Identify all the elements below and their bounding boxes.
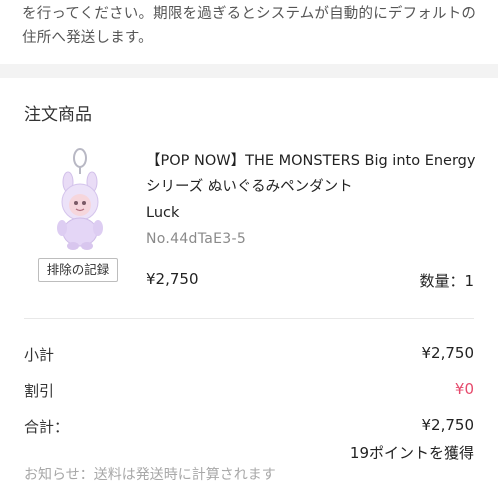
subtotal-value: ¥2,750: [421, 344, 475, 362]
subtotal-label: 小計: [24, 346, 55, 364]
section-separator: [0, 64, 498, 78]
delivery-notice: を行ってください。期限を過ぎるとシステムが自動的にデフォルトの 住所へ発送します…: [22, 2, 482, 50]
points-earned: 19ポイントを獲得: [349, 444, 474, 462]
product-sku: No.44dTaE3-5: [146, 231, 247, 247]
total-value: ¥2,750: [421, 416, 475, 434]
product-price: ¥2,750: [146, 270, 199, 288]
remove-record-button[interactable]: 排除の記録: [38, 258, 118, 282]
section-title: 注文商品: [24, 105, 92, 125]
product-quantity: 数量：1: [419, 272, 474, 290]
total-label: 合計：: [24, 418, 70, 436]
notice-line-2: 住所へ発送します。: [22, 30, 153, 46]
summary-divider: [24, 318, 474, 319]
order-items-card: 注文商品 排除の記録 【POP NOW】THE MONSTERS Big int…: [0, 78, 498, 498]
plush-keychain-icon: [57, 148, 103, 250]
notice-line-1: を行ってください。期限を過ぎるとシステムが自動的にデフォルトの: [22, 6, 477, 22]
discount-label: 割引: [24, 382, 55, 400]
product-image[interactable]: [38, 146, 122, 258]
discount-value: ¥0: [454, 380, 474, 398]
product-variant: Luck: [146, 205, 180, 221]
shipping-footnote: お知らせ：送料は発送時に計算されます: [24, 467, 276, 483]
product-name[interactable]: 【POP NOW】THE MONSTERS Big into Energy シリ…: [146, 148, 478, 200]
